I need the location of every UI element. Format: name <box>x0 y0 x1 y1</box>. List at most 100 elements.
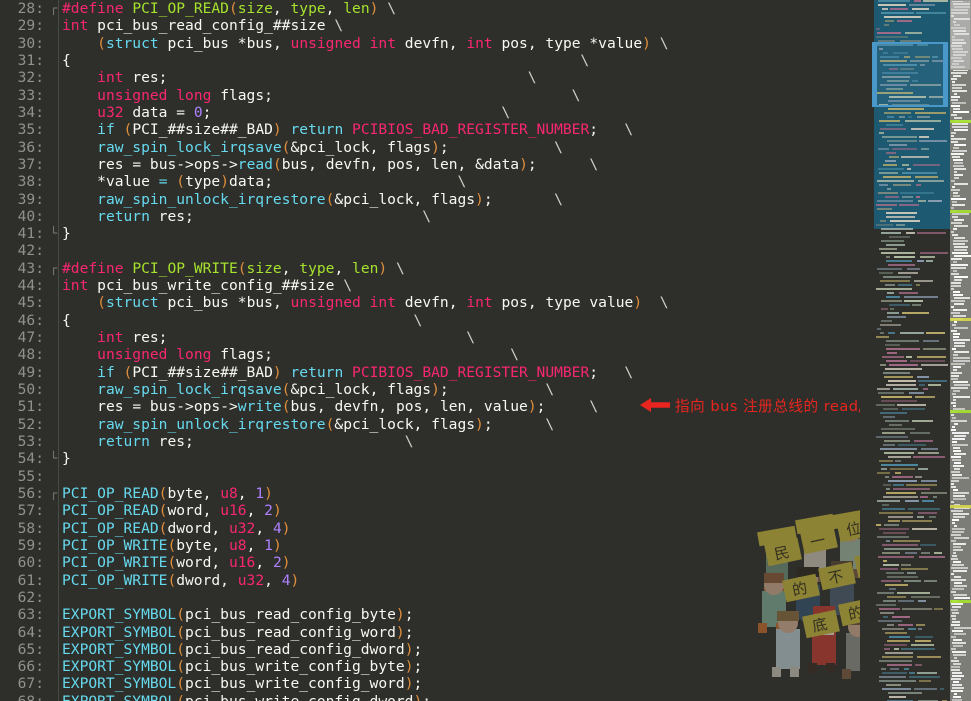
code-line[interactable]: 55 <box>0 468 860 485</box>
code-line[interactable]: 49 if (PCI_##size##_BAD) return PCIBIOS_… <box>0 364 860 381</box>
code-text: raw_spin_unlock_irqrestore(&pci_lock, fl… <box>97 190 563 208</box>
code-line[interactable]: 63 EXPORT_SYMBOL(pci_bus_read_config_byte… <box>0 606 860 623</box>
code-line[interactable]: 28 ┌#define PCI_OP_READ(size, type, len) … <box>0 0 860 17</box>
code-line[interactable]: 42 <box>0 242 860 259</box>
code-line[interactable]: 53 return res; \ <box>0 433 860 450</box>
code-line[interactable]: 44 int pci_bus_write_config_##size \ <box>0 277 860 294</box>
code-line[interactable]: 66 EXPORT_SYMBOL(pci_bus_write_config_byt… <box>0 658 860 675</box>
code-text: PCI_OP_READ(dword, u32, 4) <box>62 519 291 537</box>
code-text: } <box>62 450 71 468</box>
editor-minimap[interactable] <box>860 0 950 701</box>
code-text: EXPORT_SYMBOL(pci_bus_write_config_byte)… <box>62 658 423 676</box>
code-text: #define PCI_OP_READ(size, type, len) \ <box>62 0 397 17</box>
code-editor[interactable]: 28┌#define PCI_OP_READ(size, type, len) … <box>0 0 860 701</box>
line-number: 28 <box>0 0 44 17</box>
code-text: (struct pci_bus *bus, unsigned int devfn… <box>97 34 669 52</box>
code-line[interactable]: 41 └} <box>0 225 860 242</box>
code-text: u32 data = 0; \ <box>97 103 511 121</box>
code-line[interactable]: 64 EXPORT_SYMBOL(pci_bus_read_config_word… <box>0 624 860 641</box>
code-line[interactable]: 48 unsigned long flags; \ <box>0 346 860 363</box>
code-text: } <box>62 225 71 243</box>
code-line[interactable]: 30 (struct pci_bus *bus, unsigned int de… <box>0 35 860 52</box>
code-line[interactable]: 54 └} <box>0 450 860 467</box>
code-text: int pci_bus_write_config_##size \ <box>62 277 352 295</box>
code-line[interactable]: 67 EXPORT_SYMBOL(pci_bus_write_config_wor… <box>0 675 860 692</box>
line-number: 57 <box>0 502 44 519</box>
code-line[interactable]: 56 ┌PCI_OP_READ(byte, u8, 1) <box>0 485 860 502</box>
scrollbar-thumb[interactable] <box>950 0 971 70</box>
code-viewer-window: 28┌#define PCI_OP_READ(size, type, len) … <box>0 0 971 701</box>
code-line[interactable]: 31 { \ <box>0 52 860 69</box>
line-number: 68 <box>0 693 44 701</box>
line-number: 43 <box>0 260 44 277</box>
line-number: 59 <box>0 537 44 554</box>
code-line[interactable]: 37 res = bus->ops->read(bus, devfn, pos,… <box>0 156 860 173</box>
code-text: { \ <box>62 311 423 329</box>
minimap-viewport-slider[interactable] <box>872 42 948 107</box>
code-line[interactable]: 38 *value = (type)data; \ <box>0 173 860 190</box>
code-text: return res; \ <box>97 207 432 225</box>
line-number: 67 <box>0 675 44 692</box>
code-line[interactable]: 43 ┌#define PCI_OP_WRITE(size, type, len)… <box>0 260 860 277</box>
code-line[interactable]: 35 if (PCI_##size##_BAD) return PCIBIOS_… <box>0 121 860 138</box>
code-text: *value = (type)data; \ <box>97 173 467 191</box>
code-line[interactable]: 50 raw_spin_lock_irqsave(&pci_lock, flag… <box>0 381 860 398</box>
line-number: 48 <box>0 346 44 363</box>
code-line[interactable]: 29 int pci_bus_read_config_##size \ <box>0 17 860 34</box>
fold-marker-icon[interactable]: ┌ <box>50 485 60 502</box>
code-line[interactable]: 34 u32 data = 0; \ <box>0 104 860 121</box>
code-line[interactable]: 65 EXPORT_SYMBOL(pci_bus_read_config_dwor… <box>0 641 860 658</box>
code-text: raw_spin_unlock_irqrestore(&pci_lock, fl… <box>97 415 555 433</box>
line-number: 51 <box>0 398 44 415</box>
code-line[interactable]: 45 (struct pci_bus *bus, unsigned int de… <box>0 294 860 311</box>
minimap-selection-block <box>874 0 950 229</box>
code-text: res = bus->ops->read(bus, devfn, pos, le… <box>97 155 599 173</box>
line-number: 32 <box>0 69 44 86</box>
fold-marker-icon[interactable]: └ <box>50 450 60 467</box>
fold-marker-icon[interactable]: ┌ <box>50 260 60 277</box>
line-number: 62 <box>0 589 44 606</box>
code-text: PCI_OP_WRITE(byte, u8, 1) <box>62 536 282 554</box>
overview-scrollbar[interactable] <box>950 0 971 701</box>
line-number: 42 <box>0 242 44 259</box>
code-line[interactable]: 46 { \ <box>0 312 860 329</box>
code-line[interactable]: 36 raw_spin_lock_irqsave(&pci_lock, flag… <box>0 139 860 156</box>
code-text: if (PCI_##size##_BAD) return PCIBIOS_BAD… <box>97 363 634 381</box>
fold-marker-icon[interactable]: └ <box>50 225 60 242</box>
code-line[interactable]: 62 <box>0 589 860 606</box>
code-text: int res; \ <box>97 69 537 87</box>
left-arrow-icon <box>640 397 670 417</box>
line-number: 52 <box>0 416 44 433</box>
code-line[interactable]: 61 PCI_OP_WRITE(dword, u32, 4) <box>0 572 860 589</box>
line-number: 63 <box>0 606 44 623</box>
code-line[interactable]: 59 PCI_OP_WRITE(byte, u8, 1) <box>0 537 860 554</box>
code-line[interactable]: 60 PCI_OP_WRITE(word, u16, 2) <box>0 554 860 571</box>
code-line[interactable]: 39 raw_spin_unlock_irqrestore(&pci_lock,… <box>0 191 860 208</box>
line-number: 41 <box>0 225 44 242</box>
line-number: 30 <box>0 35 44 52</box>
line-number: 50 <box>0 381 44 398</box>
code-line[interactable]: 52 raw_spin_unlock_irqrestore(&pci_lock,… <box>0 416 860 433</box>
code-line[interactable]: 33 unsigned long flags; \ <box>0 87 860 104</box>
fold-marker-icon[interactable]: ┌ <box>50 0 60 17</box>
code-line[interactable]: 32 int res; \ <box>0 69 860 86</box>
code-text: unsigned long flags; \ <box>97 86 581 104</box>
code-line[interactable]: 47 int res; \ <box>0 329 860 346</box>
code-text: PCI_OP_READ(word, u16, 2) <box>62 502 282 520</box>
code-line[interactable]: 57 PCI_OP_READ(word, u16, 2) <box>0 502 860 519</box>
code-text: if (PCI_##size##_BAD) return PCIBIOS_BAD… <box>97 121 634 139</box>
code-line[interactable]: 58 PCI_OP_READ(dword, u32, 4) <box>0 520 860 537</box>
code-text: #define PCI_OP_WRITE(size, type, len) \ <box>62 259 405 277</box>
line-number: 66 <box>0 658 44 675</box>
code-line[interactable]: 40 return res; \ <box>0 208 860 225</box>
code-text: unsigned long flags; \ <box>97 346 519 364</box>
line-number: 29 <box>0 17 44 34</box>
line-number: 35 <box>0 121 44 138</box>
code-line[interactable]: 68 EXPORT_SYMBOL(pci_bus_write_config_dwo… <box>0 693 860 701</box>
line-number: 44 <box>0 277 44 294</box>
code-text: int pci_bus_read_config_##size \ <box>62 17 344 35</box>
line-number: 34 <box>0 104 44 121</box>
line-number: 58 <box>0 520 44 537</box>
line-number: 65 <box>0 641 44 658</box>
code-text: { \ <box>62 51 590 69</box>
